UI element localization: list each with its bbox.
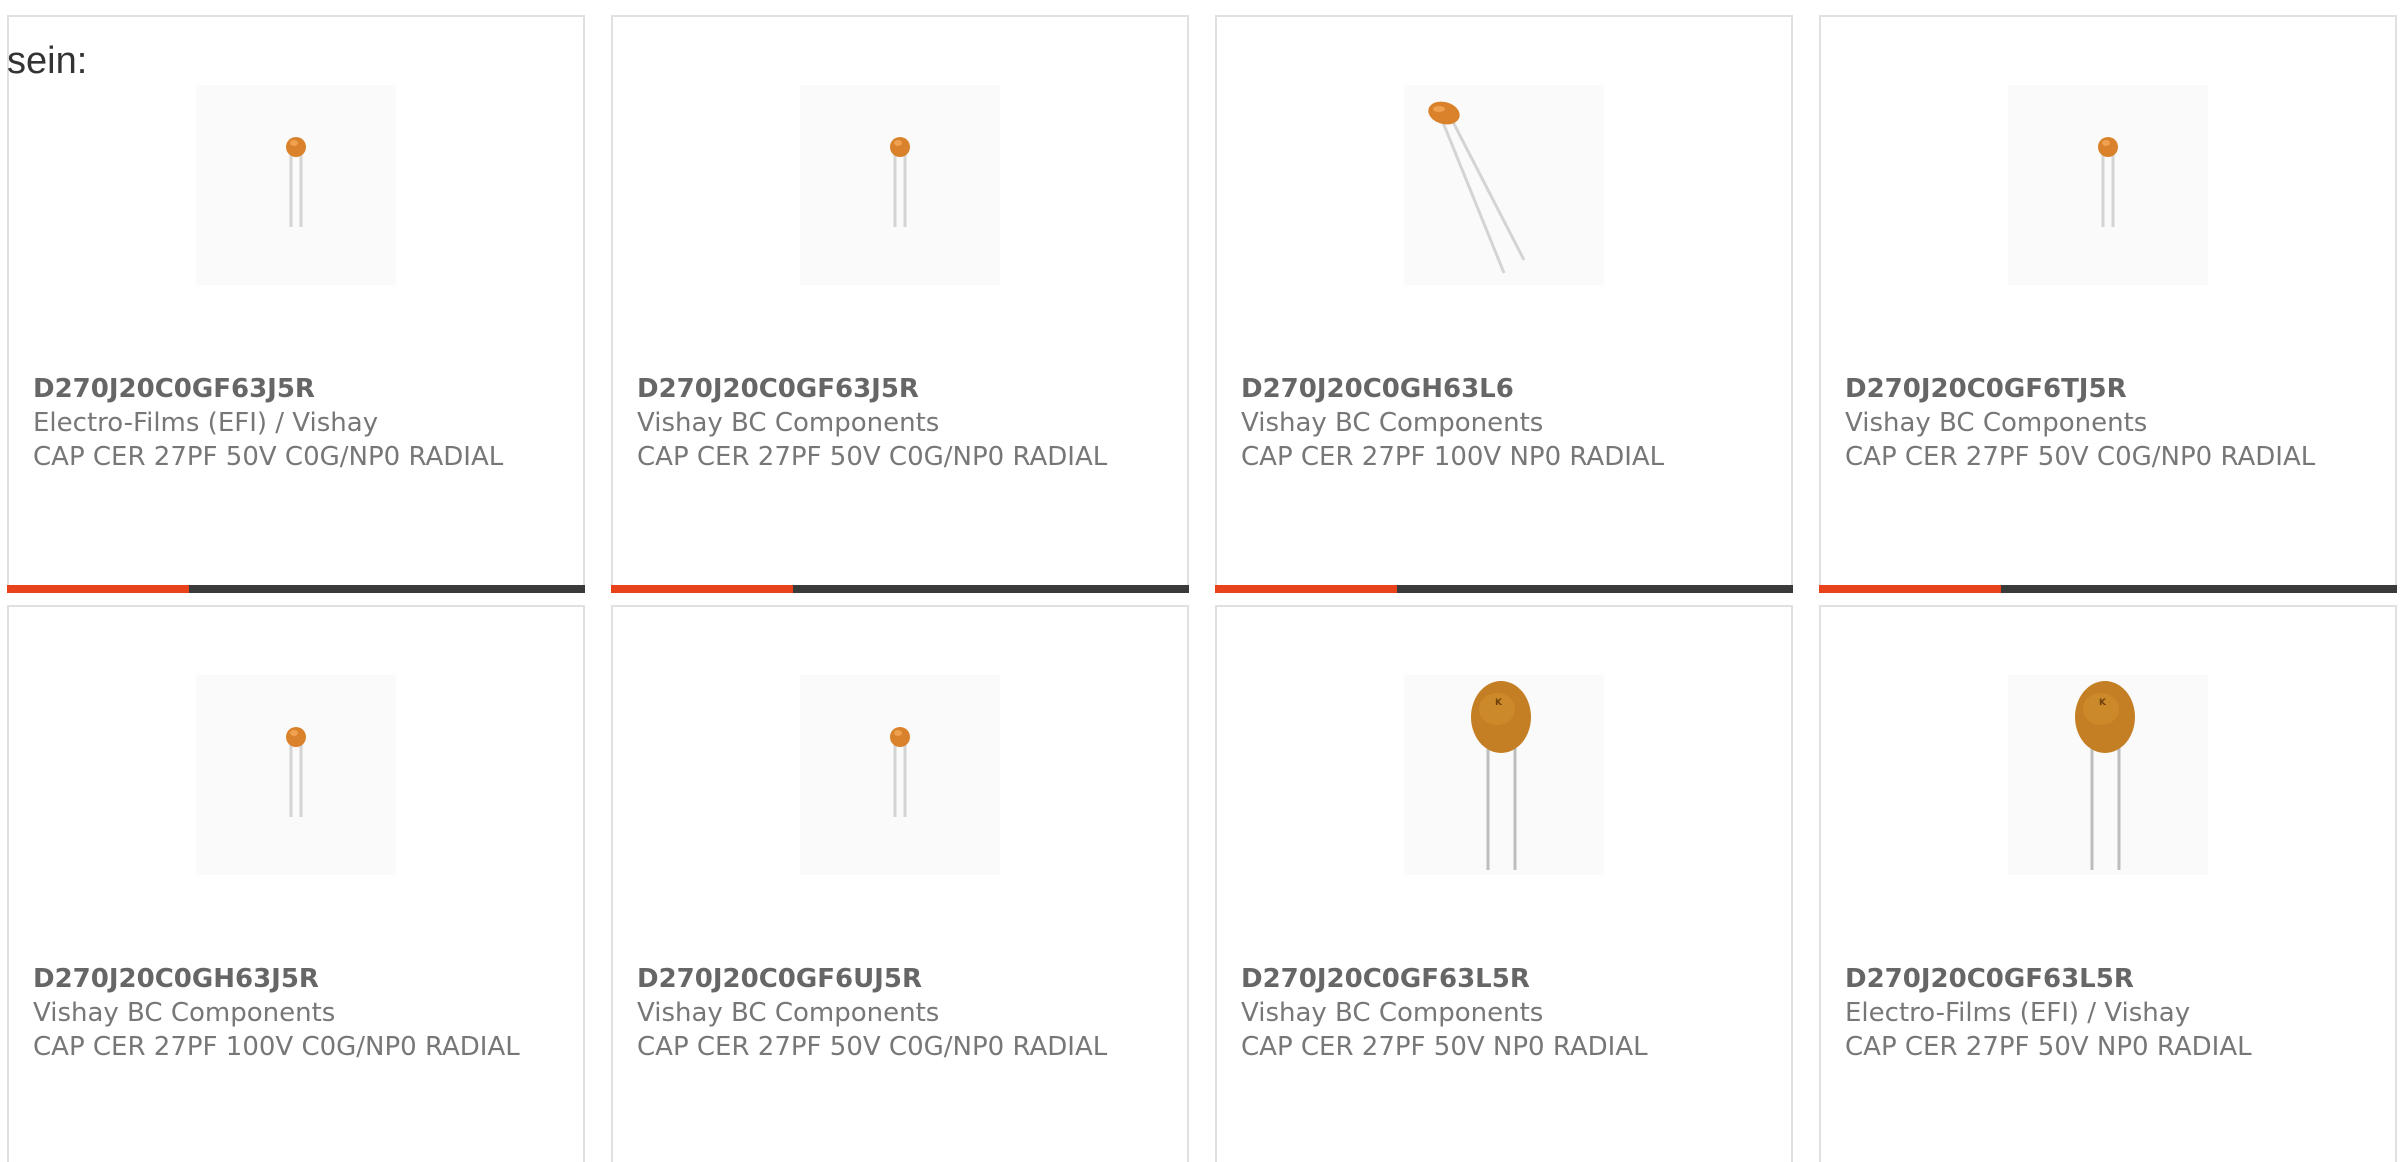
product-card[interactable]: D270J20C0GF63J5R Electro-Films (EFI) / V…: [7, 15, 585, 593]
disc-capacitor-icon[interactable]: K: [2008, 675, 2208, 875]
part-number-link[interactable]: D270J20C0GF63L5R: [1241, 962, 1761, 996]
svg-text:K: K: [1495, 698, 1503, 708]
svg-text:K: K: [2099, 698, 2107, 708]
progress-bar: [611, 585, 1189, 593]
manufacturer-label: Vishay BC Components: [637, 998, 940, 1028]
manufacturer-label: Vishay BC Components: [1241, 408, 1544, 438]
product-grid-page: sein: D270J20C0GF63J5R Electro-Films (EF…: [0, 0, 2400, 1162]
manufacturer-label: Vishay BC Components: [637, 408, 940, 438]
product-info: D270J20C0GF6TJ5R Vishay BC Components CA…: [1845, 372, 2365, 474]
progress-fill: [1819, 585, 2002, 593]
small-radial-capacitor-icon[interactable]: [2008, 85, 2208, 285]
description-label: CAP CER 27PF 50V C0G/NP0 RADIAL: [637, 442, 1108, 472]
part-number-link[interactable]: D270J20C0GH63L6: [1241, 372, 1761, 406]
product-card[interactable]: D270J20C0GF63J5R Vishay BC Components CA…: [611, 15, 1189, 593]
product-info: D270J20C0GH63J5R Vishay BC Components CA…: [33, 962, 553, 1064]
manufacturer-label: Vishay BC Components: [1845, 408, 2148, 438]
product-info: D270J20C0GH63L6 Vishay BC Components CAP…: [1241, 372, 1761, 474]
progress-bar: [7, 585, 585, 593]
manufacturer-label: Vishay BC Components: [33, 998, 336, 1028]
description-label: CAP CER 27PF 50V C0G/NP0 RADIAL: [637, 1032, 1108, 1062]
part-number-link[interactable]: D270J20C0GF63L5R: [1845, 962, 2365, 996]
manufacturer-label: Electro-Films (EFI) / Vishay: [33, 408, 379, 438]
manufacturer-label: Vishay BC Components: [1241, 998, 1544, 1028]
description-label: CAP CER 27PF 100V C0G/NP0 RADIAL: [33, 1032, 520, 1062]
small-radial-capacitor-icon[interactable]: [196, 85, 396, 285]
product-card[interactable]: D270J20C0GH63J5R Vishay BC Components CA…: [7, 605, 585, 1162]
product-card[interactable]: D270J20C0GF6UJ5R Vishay BC Components CA…: [611, 605, 1189, 1162]
progress-fill: [7, 585, 190, 593]
progress-bar: [1215, 585, 1793, 593]
product-info: D270J20C0GF63L5R Electro-Films (EFI) / V…: [1845, 962, 2365, 1064]
description-label: CAP CER 27PF 50V C0G/NP0 RADIAL: [1845, 442, 2316, 472]
intro-text: sein:: [7, 40, 88, 82]
small-radial-capacitor-icon[interactable]: [800, 85, 1000, 285]
product-info: D270J20C0GF63J5R Vishay BC Components CA…: [637, 372, 1157, 474]
product-info: D270J20C0GF6UJ5R Vishay BC Components CA…: [637, 962, 1157, 1064]
product-card[interactable]: D270J20C0GF6TJ5R Vishay BC Components CA…: [1819, 15, 2397, 593]
product-info: D270J20C0GF63J5R Electro-Films (EFI) / V…: [33, 372, 553, 474]
progress-fill: [611, 585, 794, 593]
description-label: CAP CER 27PF 50V NP0 RADIAL: [1241, 1032, 1648, 1062]
description-label: CAP CER 27PF 100V NP0 RADIAL: [1241, 442, 1665, 472]
description-label: CAP CER 27PF 50V NP0 RADIAL: [1845, 1032, 2252, 1062]
part-number-link[interactable]: D270J20C0GH63J5R: [33, 962, 553, 996]
product-card[interactable]: K D270J20C0GF63L5R Electro-Films (EFI) /…: [1819, 605, 2397, 1162]
disc-capacitor-icon[interactable]: K: [1404, 675, 1604, 875]
progress-bar: [1819, 585, 2397, 593]
small-radial-capacitor-icon[interactable]: [800, 675, 1000, 875]
part-number-link[interactable]: D270J20C0GF6UJ5R: [637, 962, 1157, 996]
progress-fill: [1215, 585, 1398, 593]
angled-radial-capacitor-icon[interactable]: [1404, 85, 1604, 285]
part-number-link[interactable]: D270J20C0GF6TJ5R: [1845, 372, 2365, 406]
part-number-link[interactable]: D270J20C0GF63J5R: [637, 372, 1157, 406]
product-card[interactable]: K D270J20C0GF63L5R Vishay BC Components …: [1215, 605, 1793, 1162]
part-number-link[interactable]: D270J20C0GF63J5R: [33, 372, 553, 406]
product-card[interactable]: D270J20C0GH63L6 Vishay BC Components CAP…: [1215, 15, 1793, 593]
product-info: D270J20C0GF63L5R Vishay BC Components CA…: [1241, 962, 1761, 1064]
manufacturer-label: Electro-Films (EFI) / Vishay: [1845, 998, 2191, 1028]
small-radial-capacitor-icon[interactable]: [196, 675, 396, 875]
description-label: CAP CER 27PF 50V C0G/NP0 RADIAL: [33, 442, 504, 472]
